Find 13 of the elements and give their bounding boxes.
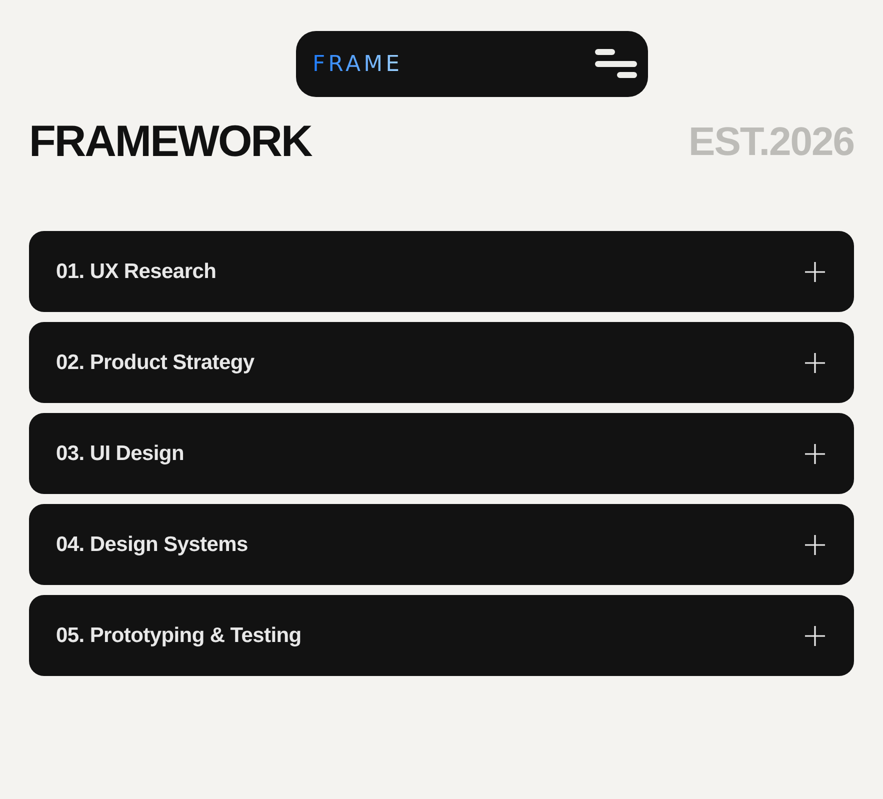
accordion-item[interactable]: 02. Product Strategy — [29, 322, 854, 403]
accordion-item[interactable]: 01. UX Research — [29, 231, 854, 312]
plus-icon — [804, 442, 826, 464]
accordion-item[interactable]: 04. Design Systems — [29, 504, 854, 585]
established-label: EST.2026 — [688, 120, 854, 164]
plus-icon — [804, 534, 826, 556]
accordion-item[interactable]: 05. Prototyping & Testing — [29, 595, 854, 676]
plus-icon — [804, 624, 826, 646]
accordion-item[interactable]: 03. UI Design — [29, 413, 854, 494]
page-title: FRAMEWORK — [29, 117, 312, 167]
plus-icon — [804, 352, 826, 374]
plus-icon — [804, 260, 826, 282]
menu-icon[interactable] — [594, 48, 636, 80]
